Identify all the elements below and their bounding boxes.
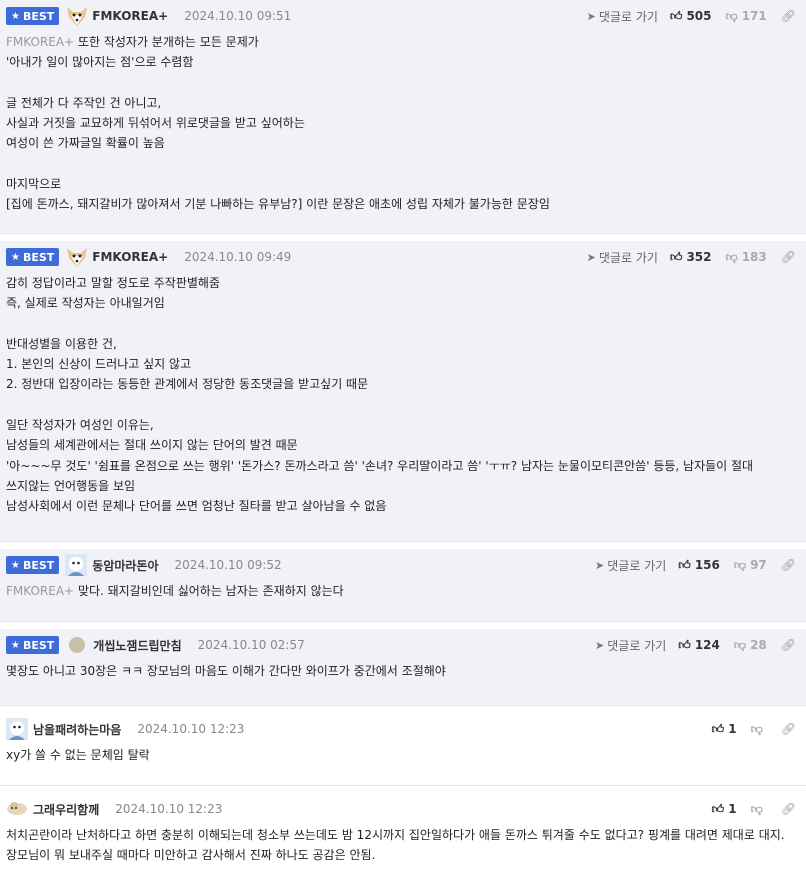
downvote-button[interactable]: 👎︎ [751, 722, 767, 737]
thumbs-up-icon: 👍︎ [678, 637, 691, 652]
downvote-button[interactable]: 👎︎ [751, 802, 767, 817]
comment-body: FMKOREA+ 맞다. 돼지갈비인데 싫어하는 남자는 존재하지 않는다 [6, 584, 344, 598]
thumbs-up-icon: 👍︎ [711, 721, 725, 736]
best-badge: ★ BEST [6, 7, 60, 25]
avatar[interactable] [6, 718, 28, 740]
thumbs-down-icon: 👎︎ [725, 8, 738, 23]
permalink-icon[interactable]: 🔗︎ [781, 638, 796, 652]
comment-date: 2024.10.10 02:57 [197, 638, 305, 652]
nickname[interactable]: 남을패려하는마음 [33, 721, 121, 738]
comment-body: 감히 정답이라고 말할 정도로 주작판별해줌 즉, 실제로 작성자는 아내일거임… [6, 276, 754, 514]
upvote-button[interactable]: 👍︎ 156 [678, 558, 720, 573]
reply-link[interactable]: ➤ 댓글로 가기 [587, 249, 658, 266]
comment-body: xy가 쓸 수 없는 문체임 탈락 [6, 748, 150, 762]
upvote-button[interactable]: 👍︎ 505 [670, 9, 712, 24]
upvote-button[interactable]: 👍︎ 124 [678, 638, 720, 653]
downvote-button[interactable]: 👎︎ 97 [734, 558, 767, 573]
reply-arrow-icon: ➤ [586, 250, 596, 264]
thumbs-up-icon: 👍︎ [678, 557, 691, 572]
reply-link[interactable]: ➤ 댓글로 가기 [595, 557, 666, 574]
avatar[interactable] [6, 798, 28, 820]
comment-body: FMKOREA+ 또한 작성자가 분개하는 모든 문제가 '아내가 일이 많아지… [6, 35, 550, 212]
downvote-button[interactable]: 👎︎ 28 [734, 638, 767, 653]
star-icon: ★ [11, 251, 20, 263]
reply-arrow-icon: ➤ [595, 558, 605, 572]
avatar[interactable] [65, 246, 88, 268]
best-badge: ★ BEST [6, 636, 60, 654]
downvote-button[interactable]: 👎︎ 171 [726, 9, 767, 24]
thumbs-down-icon: 👎︎ [733, 557, 747, 572]
avatar[interactable] [65, 5, 88, 27]
comment-date: 2024.10.10 09:52 [174, 558, 282, 572]
comment-date: 2024.10.10 12:23 [115, 802, 223, 816]
best-badge: ★ BEST [6, 248, 60, 266]
star-icon: ★ [11, 10, 20, 22]
reply-target[interactable]: FMKOREA+ [6, 35, 74, 49]
comment-body: 몇장도 아니고 30장은 ㅋㅋ 장모님의 마음도 이해가 간다만 와이프가 중간… [6, 664, 446, 678]
best-badge: ★ BEST [6, 556, 60, 574]
star-icon: ★ [11, 559, 20, 571]
comment-date: 2024.10.10 12:23 [137, 722, 245, 736]
comment-date: 2024.10.10 09:51 [184, 9, 292, 23]
comment-date: 2024.10.10 09:49 [184, 250, 292, 264]
comment-item: ★ BEST 개씹노잼드립만침 2024.10.10 02:57 ➤ 댓글로 가기 … [0, 629, 806, 706]
comment-item: ★ BEST FMKOREA+ 2024.10.10 09:51 ➤ 댓글로 가기 … [0, 0, 806, 234]
comment-item: 남을패려하는마음 2024.10.10 12:23 👍︎ 1 👎︎ 🔗︎ xy가 … [0, 713, 806, 786]
permalink-icon[interactable]: 🔗︎ [781, 558, 796, 572]
permalink-icon[interactable]: 🔗︎ [781, 722, 796, 736]
thumbs-down-icon: 👎︎ [750, 721, 763, 736]
permalink-icon[interactable]: 🔗︎ [781, 802, 796, 816]
reply-link[interactable]: ➤ 댓글로 가기 [587, 8, 658, 25]
thumbs-up-icon: 👍︎ [669, 8, 683, 23]
comment-list: ★ BEST FMKOREA+ 2024.10.10 09:51 ➤ 댓글로 가기 … [0, 0, 806, 884]
thumbs-up-icon: 👍︎ [711, 801, 725, 816]
nickname[interactable]: FMKOREA+ [92, 250, 168, 264]
thumbs-down-icon: 👎︎ [750, 801, 763, 816]
reply-link[interactable]: ➤ 댓글로 가기 [595, 637, 666, 654]
reply-arrow-icon: ➤ [595, 638, 605, 652]
nickname[interactable]: FMKOREA+ [92, 9, 168, 23]
comment-item: ★ BEST 동암마라돈아 2024.10.10 09:52 ➤ 댓글로 가기 👍︎… [0, 549, 806, 622]
permalink-icon[interactable]: 🔗︎ [781, 9, 796, 23]
reply-target[interactable]: FMKOREA+ [6, 584, 74, 598]
thumbs-up-icon: 👍︎ [669, 249, 683, 264]
downvote-button[interactable]: 👎︎ 183 [726, 250, 767, 265]
avatar[interactable] [65, 554, 88, 576]
comment-item: 그래우리함께 2024.10.10 12:23 👍︎ 1 👎︎ 🔗︎ 처치곤란이라… [0, 793, 806, 884]
permalink-icon[interactable]: 🔗︎ [781, 250, 796, 264]
avatar[interactable] [69, 637, 86, 653]
nickname[interactable]: 개씹노잼드립만침 [93, 637, 181, 654]
star-icon: ★ [11, 639, 20, 651]
thumbs-down-icon: 👎︎ [733, 637, 747, 652]
nickname[interactable]: 동암마라돈아 [92, 557, 158, 574]
thumbs-down-icon: 👎︎ [725, 249, 738, 264]
reply-arrow-icon: ➤ [586, 9, 596, 23]
comment-item: ★ BEST FMKOREA+ 2024.10.10 09:49 ➤ 댓글로 가기 … [0, 241, 806, 542]
upvote-button[interactable]: 👍︎ 1 [712, 802, 737, 817]
upvote-button[interactable]: 👍︎ 352 [670, 250, 712, 265]
nickname[interactable]: 그래우리함께 [33, 801, 99, 818]
upvote-button[interactable]: 👍︎ 1 [712, 722, 737, 737]
comment-body: 처치곤란이라 난처하다고 하면 충분히 이해되는데 청소부 쓰는데도 밤 12시… [6, 828, 785, 863]
